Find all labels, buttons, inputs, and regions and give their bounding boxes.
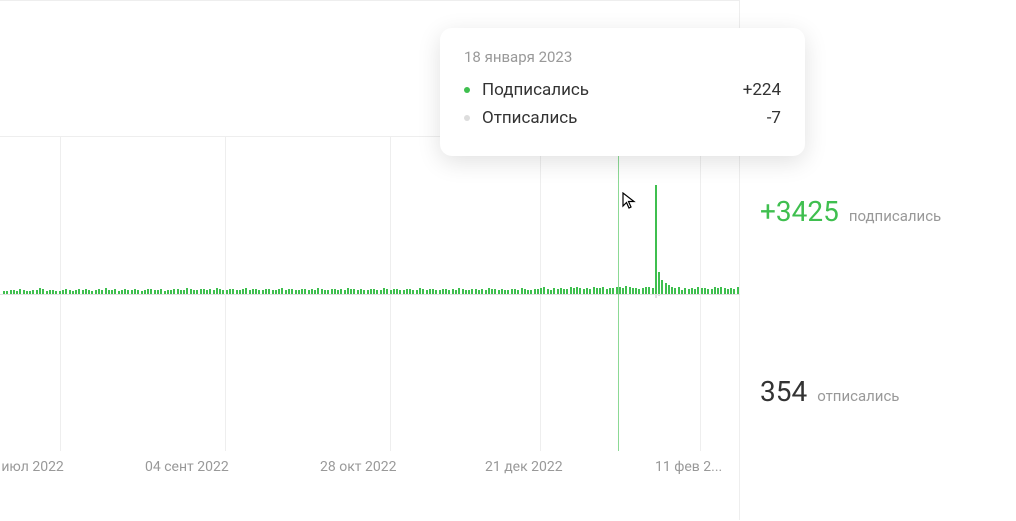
x-axis-tick: 2 июл 2022 [0, 459, 64, 475]
tooltip-date: 18 января 2023 [464, 48, 781, 66]
unsubscribed-label: отписались [817, 387, 899, 405]
dot-icon [464, 87, 470, 93]
tooltip-row-subscribed: Подписались +224 [464, 80, 781, 100]
stat-unsubscribed: 354 отписались [760, 375, 899, 408]
subscribed-count: +3425 [760, 195, 839, 228]
tooltip-label: Отписались [482, 108, 767, 128]
dot-icon [464, 115, 470, 121]
x-axis-tick: 28 окт 2022 [320, 459, 396, 475]
tooltip-row-unsubscribed: Отписались -7 [464, 108, 781, 128]
x-axis-tick: 04 сент 2022 [145, 459, 229, 475]
tooltip-value: -7 [767, 108, 781, 128]
tooltip-value: +224 [743, 80, 781, 100]
subscribed-label: подписались [849, 207, 941, 225]
tooltip-label: Подписались [482, 80, 743, 100]
x-axis: 2 июл 2022 04 сент 2022 28 окт 2022 21 дек … [0, 451, 740, 491]
x-axis-tick: 21 дек 2022 [485, 459, 563, 475]
chart-tooltip: 18 января 2023 Подписались +224 Отписали… [440, 28, 805, 156]
stat-subscribed: +3425 подписались [760, 195, 941, 228]
unsubscribed-count: 354 [760, 375, 807, 408]
hover-indicator-line [618, 136, 619, 451]
x-axis-tick: 11 фев 2... [655, 459, 722, 475]
